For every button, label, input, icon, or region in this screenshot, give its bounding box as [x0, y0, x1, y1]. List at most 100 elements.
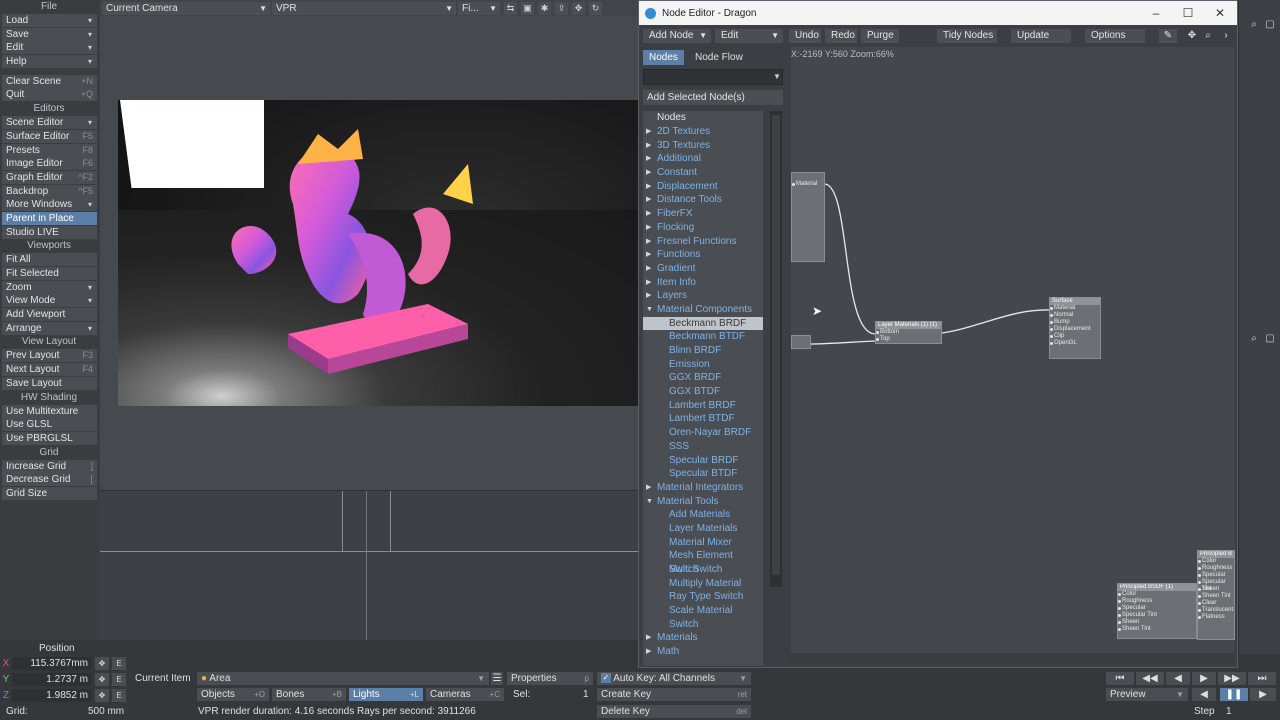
- principled-bsdf-node[interactable]: Principled BSDF (1) Color Roughness Spec…: [1117, 583, 1197, 639]
- node-port[interactable]: Sheen Tint: [1118, 626, 1196, 633]
- maximize-icon[interactable]: ☐: [1177, 5, 1199, 21]
- node-port[interactable]: Top: [876, 336, 941, 343]
- search-icon[interactable]: ⌕: [1247, 332, 1261, 346]
- node-category[interactable]: ▶ Displacement: [643, 180, 763, 194]
- node-list-scrollbar[interactable]: [770, 111, 782, 587]
- close-icon[interactable]: ✕: [1209, 5, 1231, 21]
- node-port[interactable]: Specular: [1118, 605, 1196, 612]
- sidebar-item-edit[interactable]: Edit ▾: [2, 41, 97, 55]
- triangle-down-icon[interactable]: ▼: [646, 495, 653, 509]
- node-port[interactable]: OpenGL: [1050, 340, 1100, 347]
- options-button[interactable]: Options: [1085, 29, 1145, 43]
- sidebar-item-backdrop[interactable]: Backdrop ^F5: [2, 184, 97, 198]
- node-category[interactable]: ▶ Fresnel Functions: [643, 235, 763, 249]
- node-list-item[interactable]: Beckmann BTDF: [643, 330, 763, 344]
- properties-button[interactable]: Properties p: [507, 672, 593, 685]
- node-port[interactable]: Specular: [1198, 572, 1234, 579]
- dope-track[interactable]: [100, 490, 640, 643]
- principled-bsdf-node[interactable]: Principled B Color Roughness Specular Sp…: [1197, 550, 1235, 640]
- pause-button[interactable]: ❚❚: [1220, 688, 1248, 701]
- next-key-button[interactable]: ▶▶: [1218, 672, 1246, 685]
- sidebar-item-fit-selected[interactable]: Fit Selected: [2, 267, 97, 280]
- node-list-item[interactable]: Add Materials: [643, 508, 763, 522]
- rotate-icon[interactable]: ↻: [589, 1, 602, 15]
- sidebar-item-graph-editor[interactable]: Graph Editor ^F2: [2, 170, 97, 184]
- surface-node[interactable]: Surface Material Normal Bump Displacemen…: [1049, 297, 1101, 359]
- sidebar-item-prev-layout[interactable]: Prev Layout F3: [2, 349, 97, 363]
- node-port[interactable]: Clear: [1198, 600, 1234, 607]
- sidebar-item-image-editor[interactable]: Image Editor F6: [2, 157, 97, 171]
- zoom-icon[interactable]: ⌕: [1201, 29, 1215, 43]
- sidebar-item-grid-size[interactable]: Grid Size: [2, 486, 97, 500]
- triangle-right-icon[interactable]: ▶: [646, 207, 651, 221]
- auto-key-select[interactable]: ✓ Auto Key: All Channels ▼: [597, 672, 751, 685]
- node-list-item[interactable]: Mesh Element Switch: [643, 549, 763, 575]
- node-category[interactable]: ▶ Layers: [643, 289, 763, 303]
- triangle-right-icon[interactable]: ▶: [646, 152, 651, 166]
- preview-select[interactable]: Preview ▼: [1106, 688, 1188, 701]
- sidebar-item-scene-editor[interactable]: Scene Editor ▾: [2, 116, 97, 130]
- node-category[interactable]: ▶ Material Integrators: [643, 481, 763, 495]
- sidebar-item-decrease-grid[interactable]: Decrease Grid [: [2, 473, 97, 487]
- step-back-button[interactable]: ◀: [1192, 688, 1216, 701]
- node-list-item[interactable]: Specular BRDF: [643, 454, 763, 468]
- step-forward-button[interactable]: ▶: [1250, 688, 1276, 701]
- sidebar-item-add-viewport[interactable]: Add Viewport: [2, 308, 97, 322]
- sidebar-item-view-mode[interactable]: View Mode ▾: [2, 294, 97, 308]
- node-port[interactable]: Material: [792, 181, 824, 188]
- triangle-right-icon[interactable]: ▶: [646, 193, 651, 207]
- move-icon[interactable]: ✥: [95, 688, 109, 702]
- sidebar-item-load[interactable]: Load ▾: [2, 14, 97, 27]
- update-button[interactable]: Update: [1011, 29, 1071, 43]
- node-list-item[interactable]: Lambert BTDF: [643, 412, 763, 426]
- node-port[interactable]: Color: [1198, 558, 1234, 565]
- node-port[interactable]: Translucent: [1198, 607, 1234, 614]
- window-icon[interactable]: ▢: [1263, 18, 1277, 32]
- move-icon[interactable]: ✥: [95, 656, 109, 670]
- vpr-viewport[interactable]: [100, 16, 640, 490]
- sidebar-item-parent-in-place[interactable]: Parent in Place: [2, 211, 97, 225]
- node-category[interactable]: ▶ Materials: [643, 631, 763, 645]
- node-search-field[interactable]: [643, 69, 783, 85]
- pin-icon[interactable]: ✎: [1159, 29, 1177, 43]
- envelope-icon[interactable]: E: [112, 672, 126, 686]
- triangle-right-icon[interactable]: ▶: [646, 235, 651, 249]
- sidebar-item-save-layout[interactable]: Save Layout: [2, 376, 97, 390]
- node-list-item[interactable]: Emission: [643, 358, 763, 372]
- node-editor-titlebar[interactable]: Node Editor - Dragon – ☐ ✕: [639, 1, 1237, 25]
- canvas-horizontal-scrollbar[interactable]: [791, 653, 1235, 663]
- triangle-right-icon[interactable]: ▶: [646, 166, 651, 180]
- node-port[interactable]: Material: [1050, 305, 1100, 312]
- sidebar-item-use-pbrglsl[interactable]: Use PBRGLSL: [2, 431, 97, 445]
- node-category[interactable]: ▶ Additional: [643, 152, 763, 166]
- node-category[interactable]: ▶ 2D Textures: [643, 125, 763, 139]
- sidebar-item-surface-editor[interactable]: Surface Editor F5: [2, 129, 97, 143]
- checkbox-checked-icon[interactable]: ✓: [601, 673, 611, 684]
- node-category[interactable]: ▶ Item Info: [643, 276, 763, 290]
- chevron-right-icon[interactable]: ›: [1219, 29, 1233, 43]
- node-list-item[interactable]: GGX BRDF: [643, 371, 763, 385]
- node-port[interactable]: Bottom: [876, 329, 941, 336]
- node-category[interactable]: ▼ Material Tools: [643, 495, 763, 509]
- tab-nodes[interactable]: Nodes: [643, 50, 684, 65]
- node-category[interactable]: ▶ 3D Textures: [643, 139, 763, 153]
- sidebar-item-more-windows[interactable]: More Windows ▾: [2, 198, 97, 212]
- node-list-item[interactable]: Multi Switch: [643, 563, 763, 577]
- undo-button[interactable]: Undo: [789, 29, 821, 43]
- node-list-item[interactable]: Multiply Material: [643, 577, 763, 591]
- sidebar-item-fit-all[interactable]: Fit All: [2, 253, 97, 267]
- sidebar-item-save[interactable]: Save ▾: [2, 27, 97, 41]
- sidebar-item-clear-scene[interactable]: Clear Scene +N: [2, 74, 97, 88]
- sidebar-item-use-multitexture[interactable]: Use Multitexture: [2, 404, 97, 418]
- sidebar-item-next-layout[interactable]: Next Layout F4: [2, 363, 97, 377]
- tidy-nodes-button[interactable]: Tidy Nodes: [937, 29, 997, 43]
- triangle-right-icon[interactable]: ▶: [646, 645, 651, 659]
- minimize-icon[interactable]: –: [1145, 5, 1167, 21]
- node-list-item[interactable]: Lambert BRDF: [643, 399, 763, 413]
- node-port[interactable]: Sheen Tint: [1198, 593, 1234, 600]
- node-list-item[interactable]: Beckmann BRDF: [643, 316, 763, 331]
- node-port[interactable]: Sheen: [1118, 619, 1196, 626]
- node-port[interactable]: Clip: [1050, 333, 1100, 340]
- envelope-icon[interactable]: E: [112, 688, 126, 702]
- node-list-item[interactable]: Switch: [643, 618, 763, 632]
